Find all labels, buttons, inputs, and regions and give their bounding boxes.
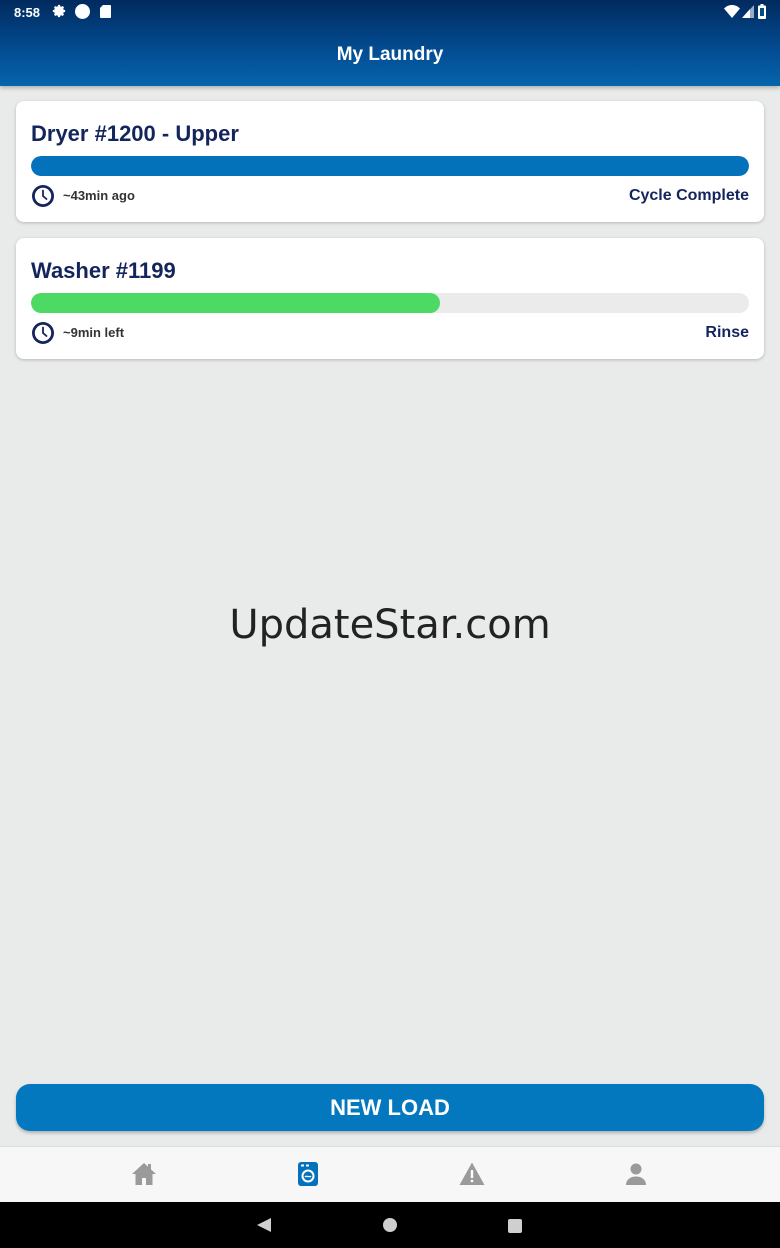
app-header: 8:58 My Laundry: [0, 0, 780, 86]
load-card-dryer[interactable]: Dryer #1200 - Upper ~43min ago Cycle Com…: [16, 101, 764, 222]
cycle-status: Cycle Complete: [628, 187, 749, 204]
new-load-button[interactable]: NEW LOAD: [16, 1084, 764, 1131]
system-navigation-bar: [0, 1202, 780, 1248]
alert-icon[interactable]: [459, 1161, 485, 1187]
bottom-navigation: [0, 1146, 780, 1202]
account-icon[interactable]: [623, 1161, 649, 1187]
cycle-status: Rinse: [705, 324, 749, 341]
time-remaining: ~43min ago: [63, 188, 135, 203]
laundry-icon[interactable]: [295, 1161, 321, 1187]
home-circle-icon[interactable]: [383, 1218, 397, 1232]
time-remaining: ~9min left: [63, 325, 125, 340]
page-title: My Laundry: [336, 44, 444, 65]
watermark-text: UpdateStar.com: [229, 602, 551, 648]
progress-bar: [31, 293, 749, 313]
home-icon[interactable]: [131, 1161, 157, 1187]
battery-icon: [758, 4, 766, 19]
recent-apps-icon[interactable]: [508, 1219, 522, 1233]
progress-fill: [31, 293, 441, 313]
load-title: Dryer #1200 - Upper: [31, 121, 239, 146]
progress-bar: [31, 156, 749, 176]
status-bar: 8:58: [0, 0, 780, 24]
signal-icon: [742, 5, 754, 18]
load-title: Washer #1199: [31, 258, 176, 283]
sd-card-icon: [100, 5, 111, 18]
clock-icon: [32, 322, 54, 344]
wifi-icon: [724, 5, 740, 18]
progress-fill: [31, 156, 749, 176]
load-card-washer[interactable]: Washer #1199 ~9min left Rinse: [16, 238, 764, 359]
status-time: 8:58: [14, 5, 41, 20]
circle-notification-icon: [75, 4, 90, 19]
clock-icon: [32, 185, 54, 207]
back-icon[interactable]: [256, 1217, 272, 1233]
gear-icon: [52, 4, 66, 18]
